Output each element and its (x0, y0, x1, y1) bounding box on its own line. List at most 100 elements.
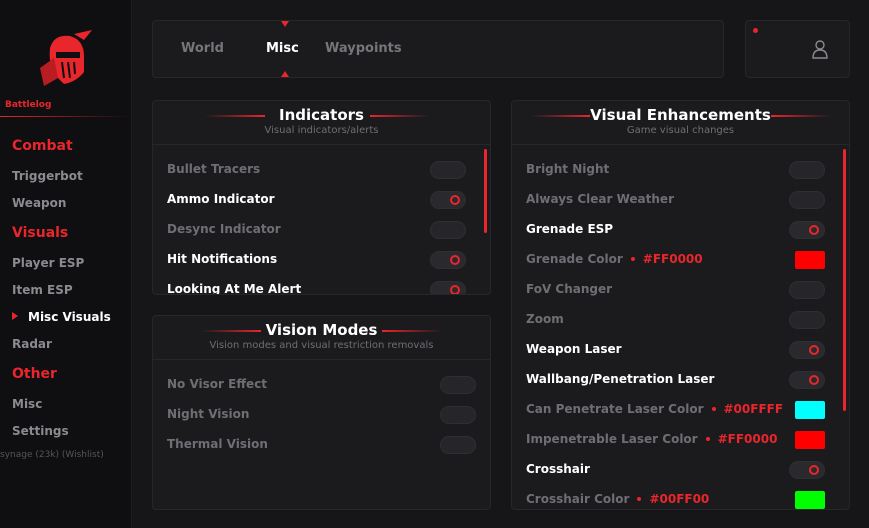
wallbang-laser-toggle[interactable] (789, 371, 825, 389)
tab-waypoints[interactable]: Waypoints (325, 41, 402, 56)
sidebar-item-misc[interactable]: Misc (12, 397, 42, 411)
header-line-right (370, 115, 430, 117)
vision-row: Thermal Vision (167, 437, 268, 451)
fov-changer-toggle[interactable] (789, 281, 825, 299)
color-label: Impenetrable Laser Color (526, 432, 698, 446)
color-hex-value: #00FF00 (637, 492, 709, 506)
enhancement-row: Grenade Color #FF0000 (526, 252, 703, 266)
toggle-label: Zoom (526, 312, 564, 326)
indicators-row: Ammo Indicator (167, 192, 275, 206)
vision-modes-header: Vision Modes Vision modes and visual res… (153, 316, 490, 360)
sidebar-item-settings[interactable]: Settings (12, 424, 69, 438)
vision-row: Night Vision (167, 407, 249, 421)
visual-enhancements-panel: Visual Enhancements Game visual changes … (511, 100, 850, 510)
indicators-row: Hit Notifications (167, 252, 277, 266)
sidebar-item-item-esp[interactable]: Item ESP (12, 283, 73, 297)
thermal-vision-toggle[interactable] (440, 436, 476, 454)
vision-modes-panel: Vision Modes Vision modes and visual res… (152, 315, 491, 510)
tab-misc[interactable]: Misc (266, 41, 299, 56)
bright-night-toggle[interactable] (789, 161, 825, 179)
color-hex-value: #00FFFF (712, 402, 784, 416)
sidebar-item-weapon[interactable]: Weapon (12, 196, 66, 210)
toggle-label: Thermal Vision (167, 437, 268, 451)
enhancement-row: Can Penetrate Laser Color #00FFFF (526, 402, 783, 416)
sidebar-item-triggerbot[interactable]: Triggerbot (12, 169, 83, 183)
toggle-label: Bullet Tracers (167, 162, 261, 176)
indicators-row: Looking At Me Alert (167, 282, 302, 295)
brand-label: Battlelog (5, 100, 52, 110)
indicators-panel: Indicators Visual indicators/alerts Bull… (152, 100, 491, 295)
tab-indicator-bottom-icon (281, 71, 289, 77)
toggle-label: FoV Changer (526, 282, 613, 296)
brand-divider (0, 116, 130, 117)
enhancement-row: Weapon Laser (526, 342, 622, 356)
toggle-label: Always Clear Weather (526, 192, 674, 206)
category-visuals: Visuals (12, 225, 69, 241)
ammo-indicator-toggle[interactable] (430, 191, 466, 209)
category-other: Other (12, 366, 57, 382)
sidebar: Battlelog Combat Triggerbot Weapon Visua… (0, 0, 132, 528)
header-line-right (382, 330, 442, 332)
toggle-label: No Visor Effect (167, 377, 268, 391)
enhancements-scrollbar[interactable] (843, 149, 846, 411)
visual-enhancements-subtitle: Game visual changes (626, 125, 735, 136)
sidebar-item-player-esp[interactable]: Player ESP (12, 256, 84, 270)
toggle-label: Looking At Me Alert (167, 282, 302, 295)
bullet-tracers-toggle[interactable] (430, 161, 466, 179)
crosshair-color-swatch[interactable] (795, 491, 825, 509)
tab-indicator-top-icon (281, 21, 289, 27)
toggle-label: Grenade ESP (526, 222, 614, 236)
user-icon[interactable] (812, 39, 828, 59)
clear-weather-toggle[interactable] (789, 191, 825, 209)
tab-bar: World Misc Waypoints (152, 20, 724, 78)
color-label: Grenade Color (526, 252, 623, 266)
enhancement-row: Wallbang/Penetration Laser (526, 372, 714, 386)
toggle-label: Desync Indicator (167, 222, 281, 236)
enhancement-row: Impenetrable Laser Color #FF0000 (526, 432, 777, 446)
grenade-esp-toggle[interactable] (789, 221, 825, 239)
sidebar-footer: synage (23k) (Wishlist) (0, 450, 104, 460)
category-combat: Combat (12, 138, 73, 154)
color-hex-value: #FF0000 (631, 252, 703, 266)
sidebar-item-radar[interactable]: Radar (12, 337, 52, 351)
indicators-subtitle: Visual indicators/alerts (264, 125, 379, 136)
toggle-label: Night Vision (167, 407, 250, 421)
toggle-label: Crosshair (526, 462, 590, 476)
enhancement-row: Bright Night (526, 162, 609, 176)
enhancement-row: Always Clear Weather (526, 192, 674, 206)
indicators-header: Indicators Visual indicators/alerts (153, 101, 490, 145)
vision-modes-subtitle: Vision modes and visual restriction remo… (209, 340, 434, 351)
night-vision-toggle[interactable] (440, 406, 476, 424)
user-panel (745, 20, 850, 78)
app-window: Battlelog Combat Triggerbot Weapon Visua… (0, 0, 869, 528)
can-penetrate-color-swatch[interactable] (795, 401, 825, 419)
color-label: Can Penetrate Laser Color (526, 402, 704, 416)
sidebar-item-misc-visuals[interactable]: Misc Visuals (28, 310, 111, 324)
indicators-row: Bullet Tracers (167, 162, 260, 176)
grenade-color-swatch[interactable] (795, 251, 825, 269)
looking-at-me-toggle[interactable] (430, 281, 466, 294)
enhancement-row: FoV Changer (526, 282, 612, 296)
toggle-label: Ammo Indicator (167, 192, 275, 206)
header-line-right (771, 115, 831, 117)
zoom-toggle[interactable] (789, 311, 825, 329)
enhancement-row: Grenade ESP (526, 222, 613, 236)
indicators-row: Desync Indicator (167, 222, 281, 236)
no-visor-toggle[interactable] (440, 376, 476, 394)
impenetrable-color-swatch[interactable] (795, 431, 825, 449)
vision-row: No Visor Effect (167, 377, 267, 391)
toggle-label: Hit Notifications (167, 252, 278, 266)
toggle-label: Wallbang/Penetration Laser (526, 372, 715, 386)
indicators-scrollbar[interactable] (484, 149, 487, 233)
enhancement-row: Crosshair Color #00FF00 (526, 492, 709, 506)
active-arrow-icon (12, 312, 18, 320)
weapon-laser-toggle[interactable] (789, 341, 825, 359)
crosshair-toggle[interactable] (789, 461, 825, 479)
desync-indicator-toggle[interactable] (430, 221, 466, 239)
enhancement-row: Zoom (526, 312, 564, 326)
color-label: Crosshair Color (526, 492, 630, 506)
tab-world[interactable]: World (181, 41, 224, 56)
enhancement-row: Crosshair (526, 462, 590, 476)
color-hex-value: #FF0000 (706, 432, 778, 446)
hit-notifications-toggle[interactable] (430, 251, 466, 269)
